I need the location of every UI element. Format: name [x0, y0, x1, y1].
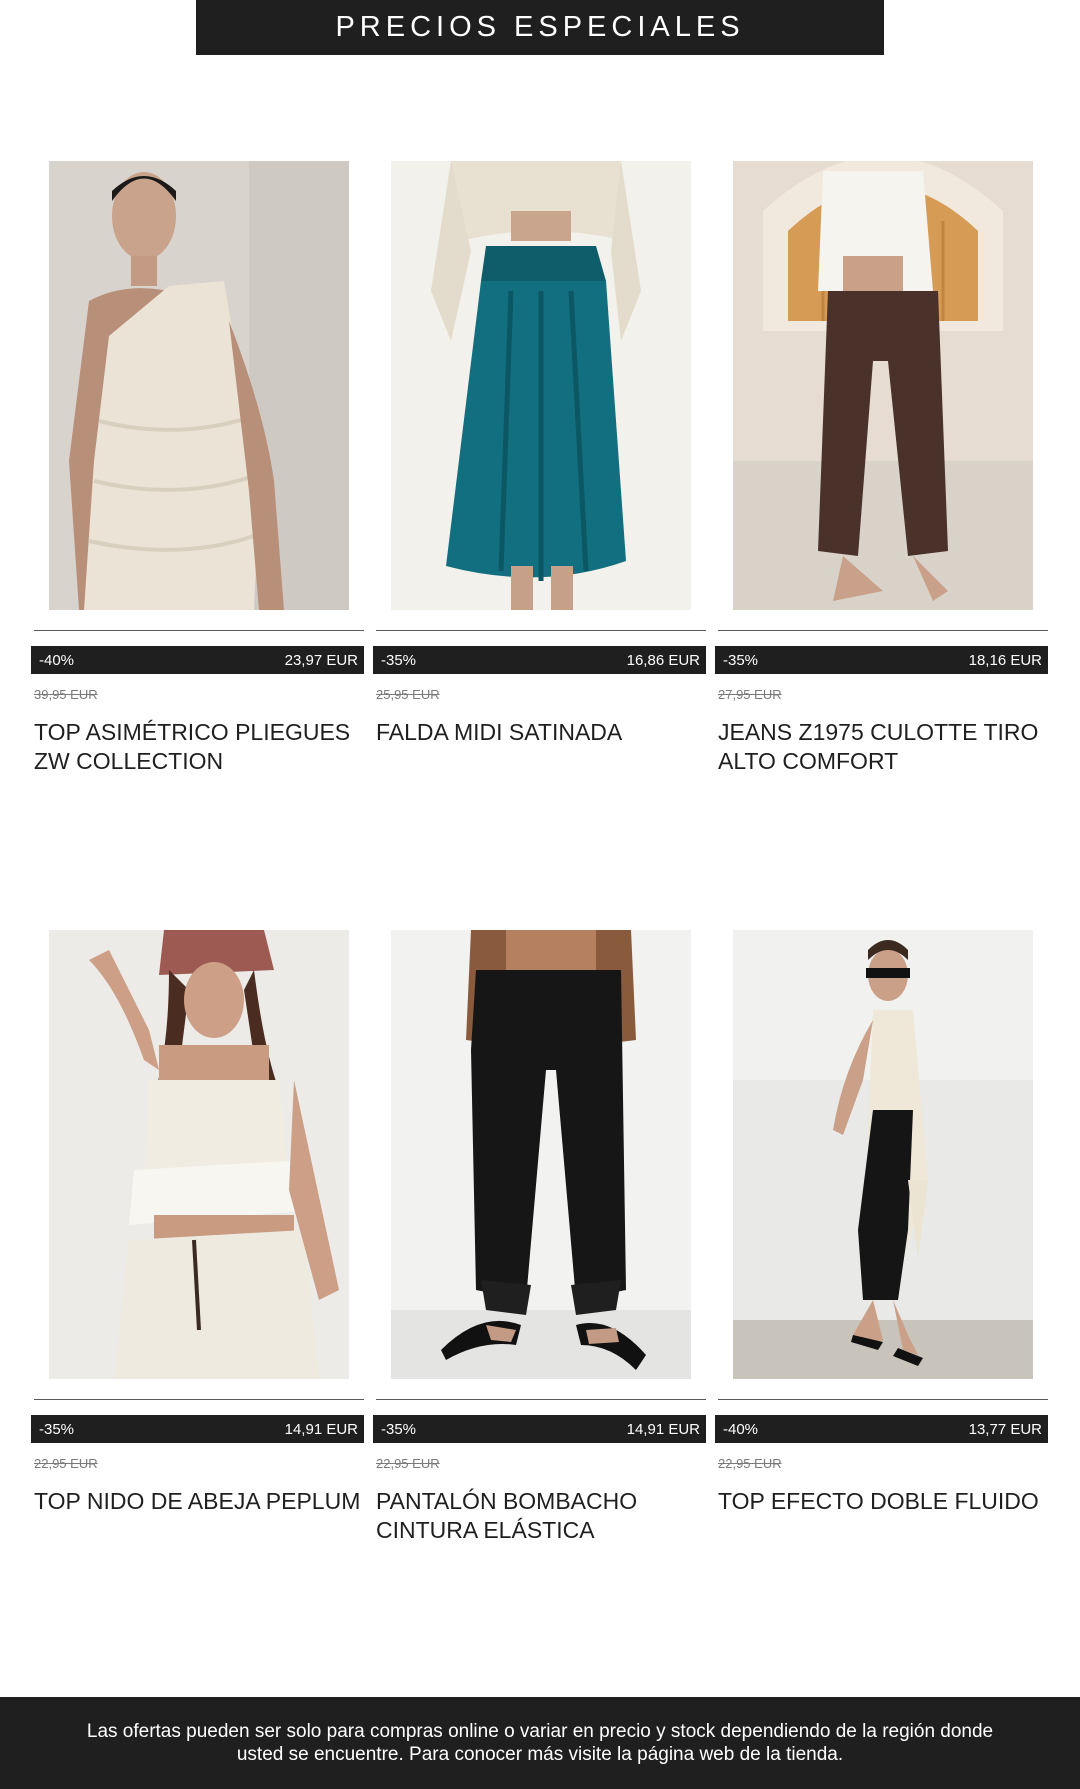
footer-disclaimer: Las ofertas pueden ser solo para compras… [0, 1697, 1080, 1789]
divider [376, 630, 706, 631]
product-title[interactable]: JEANS Z1975 CULOTTE TIRO ALTO COMFORT [718, 718, 1058, 776]
discount-badge: -35% [39, 1420, 75, 1438]
discount-badge: -35% [381, 651, 417, 669]
disclaimer-text: Las ofertas pueden ser solo para compras… [86, 1721, 994, 1765]
original-price: 25,95 EUR [376, 687, 440, 702]
discount-badge: -40% [39, 651, 75, 669]
product-title[interactable]: TOP EFECTO DOBLE FLUIDO [718, 1487, 1058, 1516]
sale-price: 16,86 EUR [626, 651, 700, 669]
sale-price: 14,91 EUR [284, 1420, 358, 1438]
sale-price: 13,77 EUR [968, 1420, 1042, 1438]
sale-price: 14,91 EUR [626, 1420, 700, 1438]
price-bar: -35% 18,16 EUR [715, 646, 1048, 674]
original-price: 22,95 EUR [34, 1456, 98, 1471]
original-price: 22,95 EUR [376, 1456, 440, 1471]
discount-badge: -35% [723, 651, 759, 669]
promo-banner: PRECIOS ESPECIALES [196, 0, 884, 55]
discount-badge: -40% [723, 1420, 759, 1438]
sale-price: 18,16 EUR [968, 651, 1042, 669]
product-image[interactable] [733, 930, 1033, 1379]
sale-price: 23,97 EUR [284, 651, 358, 669]
price-bar: -35% 14,91 EUR [373, 1415, 706, 1443]
price-bar: -35% 16,86 EUR [373, 646, 706, 674]
product-image[interactable] [49, 161, 349, 610]
product-title[interactable]: FALDA MIDI SATINADA [376, 718, 716, 747]
banner-title: PRECIOS ESPECIALES [335, 11, 745, 43]
product-image[interactable] [733, 161, 1033, 610]
divider [34, 1399, 364, 1400]
divider [718, 630, 1048, 631]
original-price: 39,95 EUR [34, 687, 98, 702]
product-title[interactable]: TOP ASIMÉTRICO PLIEGUES ZW COLLECTION [34, 718, 374, 776]
original-price: 22,95 EUR [718, 1456, 782, 1471]
price-bar: -35% 14,91 EUR [31, 1415, 364, 1443]
product-image[interactable] [49, 930, 349, 1379]
price-bar: -40% 23,97 EUR [31, 646, 364, 674]
product-title[interactable]: PANTALÓN BOMBACHO CINTURA ELÁSTICA [376, 1487, 716, 1545]
product-title[interactable]: TOP NIDO DE ABEJA PEPLUM [34, 1487, 374, 1516]
price-bar: -40% 13,77 EUR [715, 1415, 1048, 1443]
divider [34, 630, 364, 631]
product-image[interactable] [391, 161, 691, 610]
original-price: 27,95 EUR [718, 687, 782, 702]
divider [376, 1399, 706, 1400]
discount-badge: -35% [381, 1420, 417, 1438]
divider [718, 1399, 1048, 1400]
product-image[interactable] [391, 930, 691, 1379]
